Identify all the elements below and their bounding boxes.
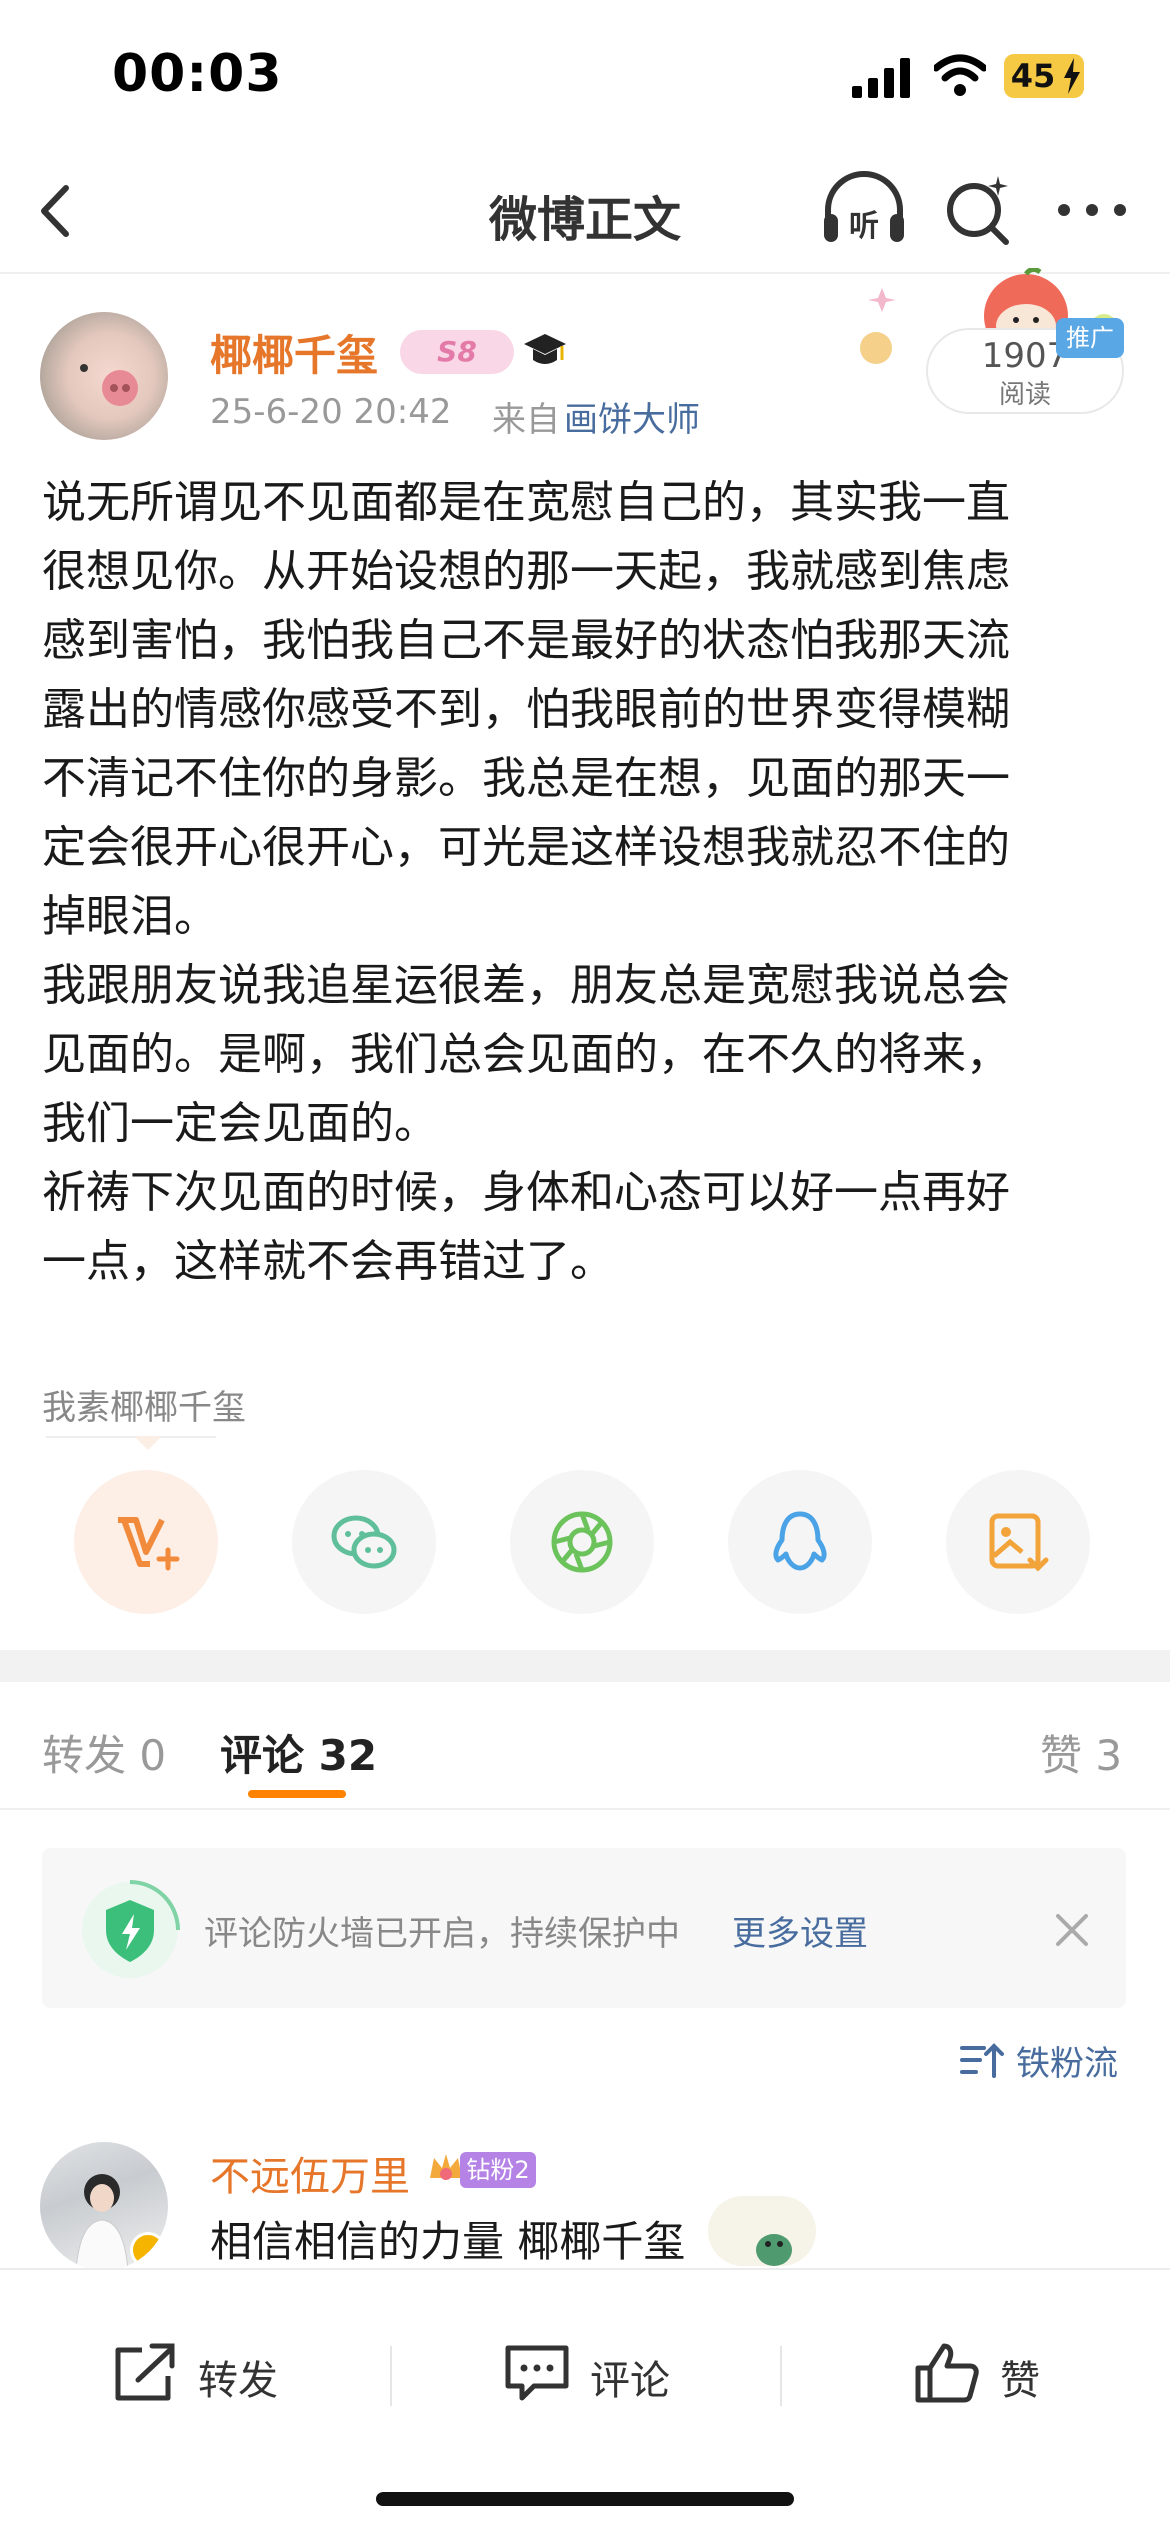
home-indicator (376, 2492, 794, 2506)
topic-tag[interactable]: 我素椰椰千玺 (42, 1380, 246, 1429)
shield-icon (82, 1880, 180, 1978)
post-body: 说无所谓见不见面都是在宽慰自己的，其实我一直 很想见你。从开始设想的那一天起，我… (42, 468, 1134, 1296)
post-paragraph: 我跟朋友说我追星运很差，朋友总是宽慰我说总会 见面的。是啊，我们总会见面的，在不… (42, 960, 1010, 1149)
status-time: 00:03 (112, 44, 283, 104)
read-label: 阅读 (998, 380, 1051, 410)
listen-label: 听 (849, 209, 879, 244)
comment-bubble-icon (505, 2345, 569, 2401)
comment-text: 相信相信的力量 椰椰千玺 (210, 2217, 686, 2266)
active-tab-indicator (248, 1790, 346, 1798)
tab-comments[interactable]: 评论 32 (220, 1722, 377, 1783)
comment-firewall-notice: 评论防火墙已开启，持续保护中 更多设置 (42, 1848, 1126, 2008)
headphones-listen-icon[interactable]: 听 (820, 170, 908, 250)
share-row (0, 1470, 1170, 1616)
divider (780, 2346, 782, 2406)
author-avatar[interactable] (40, 312, 168, 440)
commenter-name[interactable]: 不远伍万里 (210, 2144, 410, 2202)
author-name[interactable]: 椰椰千玺 (210, 322, 378, 383)
verified-badge-icon (130, 2232, 166, 2268)
pig-avatar-icon (80, 364, 138, 406)
like-label: 赞 (1000, 2358, 1040, 2404)
thumbs-up-icon (915, 2343, 979, 2403)
save-image-button[interactable] (946, 1470, 1090, 1614)
qq-penguin-icon (773, 1511, 827, 1571)
vplus-icon (118, 1517, 180, 1571)
share-moments-button[interactable] (510, 1470, 654, 1614)
tab-repost[interactable]: 转发 0 (42, 1722, 166, 1783)
level-badge[interactable]: S8 (400, 330, 514, 374)
post-source-link[interactable]: 画饼大师 (564, 392, 700, 441)
promo-badge: 推广 (1056, 318, 1124, 358)
wechat-icon (331, 1515, 397, 1569)
more-icon[interactable] (1052, 180, 1132, 240)
graduation-cap-icon[interactable] (522, 330, 568, 370)
nav-bar: 微博正文 听 (0, 150, 1170, 274)
status-bar: 00:03 45 (0, 0, 1170, 150)
share-qq-button[interactable] (728, 1470, 872, 1614)
share-wechat-button[interactable] (292, 1470, 436, 1614)
image-download-icon (989, 1513, 1049, 1572)
sort-icon (960, 2043, 1004, 2078)
topic-tag-caret (134, 1436, 162, 1450)
close-icon[interactable] (1052, 1910, 1092, 1950)
share-arrow-icon (115, 2343, 175, 2401)
share-vplus-button[interactable] (74, 1470, 218, 1614)
charging-bolt-icon (1064, 58, 1080, 94)
dinosaur-sticker-icon (708, 2196, 816, 2266)
aperture-moments-icon (551, 1511, 613, 1573)
battery-indicator: 45 (1004, 54, 1084, 98)
more-settings-link[interactable]: 更多设置 (732, 1906, 868, 1955)
commenter-avatar[interactable] (40, 2142, 168, 2270)
sort-label: 铁粉流 (1016, 2044, 1118, 2084)
section-divider (0, 1650, 1170, 1682)
topic-tag-divider (46, 1436, 216, 1438)
post-paragraph: 说无所谓见不见面都是在宽慰自己的，其实我一直 很想见你。从开始设想的那一天起，我… (42, 477, 1010, 942)
post-source-prefix: 来自 (492, 400, 560, 440)
firewall-status-text: 评论防火墙已开启，持续保护中 (204, 1914, 680, 1954)
fan-level-badge[interactable]: 钻粉2 (460, 2152, 536, 2188)
tab-likes[interactable]: 赞 3 (1040, 1722, 1122, 1783)
signal-icon (852, 58, 910, 98)
repost-label: 转发 (198, 2358, 278, 2404)
search-icon[interactable] (940, 170, 1016, 250)
divider (390, 2346, 392, 2406)
post-time: 25-6-20 20:42 (210, 392, 452, 432)
wifi-icon (934, 54, 986, 96)
battery-level: 45 (1010, 57, 1056, 95)
post-paragraph: 祈祷下次见面的时候，身体和心态可以好一点再好 一点，这样就不会再错过了。 (42, 1167, 1010, 1287)
comment-label: 评论 (590, 2358, 670, 2404)
tab-bar: 转发 0 评论 32 赞 3 (0, 1682, 1170, 1810)
